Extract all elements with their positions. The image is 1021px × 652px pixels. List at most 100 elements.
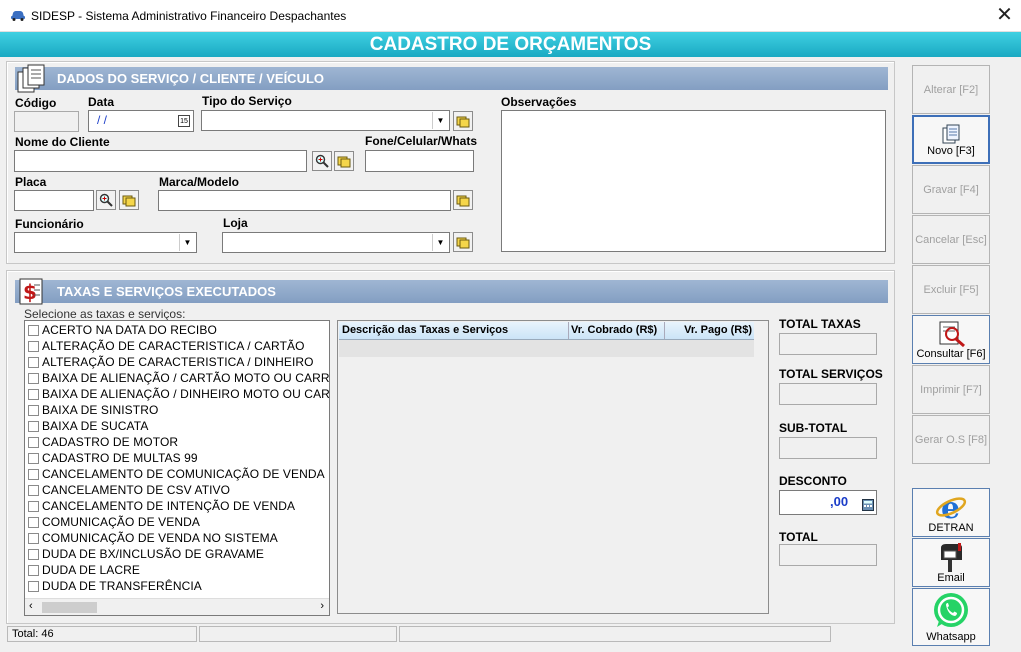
detran-button[interactable]: e DETRAN — [912, 488, 990, 537]
total-servicos-field[interactable] — [779, 383, 877, 405]
gravar-button[interactable]: Gravar [F4] — [912, 165, 990, 214]
checkbox[interactable] — [28, 324, 39, 336]
services-grid[interactable]: Descrição das Taxas e Serviços Vr. Cobra… — [337, 320, 769, 614]
funcionario-label: Funcionário — [15, 217, 84, 231]
checkbox[interactable] — [28, 388, 39, 400]
tax-list-item[interactable]: DUDA DE TRANSFERÊNCIA — [25, 578, 329, 594]
checkbox[interactable] — [28, 404, 39, 416]
checkbox[interactable] — [28, 356, 39, 368]
close-window-button[interactable]: ✕ — [988, 2, 1021, 30]
tax-list-item[interactable]: BAIXA DE SINISTRO — [25, 402, 329, 418]
tax-list-item[interactable]: CANCELAMENTO DE COMUNICAÇÃO DE VENDA — [25, 466, 329, 482]
grid-col-cobrado[interactable]: Vr. Cobrado (R$) — [569, 322, 665, 339]
gerar-os-button[interactable]: Gerar O.S [F8] — [912, 415, 990, 464]
checkbox[interactable] — [28, 436, 39, 448]
checkbox[interactable] — [28, 452, 39, 464]
taxes-checklist[interactable]: ACERTO NA DATA DO RECIBO ALTERAÇÃO DE CAR… — [24, 320, 330, 616]
tax-list-item[interactable]: DUDA DE LACRE — [25, 562, 329, 578]
tax-list-item[interactable]: CADASTRO DE MULTAS 99 — [25, 450, 329, 466]
scroll-left-icon[interactable]: ‹ — [29, 600, 33, 612]
tax-list-item[interactable]: COMUNICAÇÃO DE VENDA — [25, 514, 329, 530]
search-placa-button[interactable] — [96, 190, 116, 210]
scrollbar-thumb[interactable] — [42, 602, 97, 613]
fone-field[interactable] — [365, 150, 474, 172]
tipo-servico-lookup-button[interactable] — [453, 111, 473, 131]
car-icon — [11, 11, 25, 21]
tax-item-label: ACERTO NA DATA DO RECIBO — [42, 323, 217, 337]
magnifier-icon — [99, 193, 113, 207]
tax-item-label: DUDA DE BX/INCLUSÃO DE GRAVAME — [42, 547, 264, 561]
tax-list-item[interactable]: CANCELAMENTO DE CSV ATIVO — [25, 482, 329, 498]
funcionario-select[interactable]: ▼ — [14, 232, 197, 253]
tax-list-item[interactable]: ALTERAÇÃO DE CARACTERISTICA / CARTÃO — [25, 338, 329, 354]
tax-list-item[interactable]: ACERTO NA DATA DO RECIBO — [25, 322, 329, 338]
loja-lookup-button[interactable] — [453, 232, 473, 252]
checkbox[interactable] — [28, 500, 39, 512]
cancelar-button[interactable]: Cancelar [Esc] — [912, 215, 990, 264]
observacoes-label: Observações — [501, 95, 577, 109]
tax-list-item[interactable]: BAIXA DE ALIENAÇÃO / DINHEIRO MOTO OU CA… — [25, 386, 329, 402]
section-header-customer: DADOS DO SERVIÇO / CLIENTE / VEÍCULO — [15, 67, 888, 90]
email-button[interactable]: Email — [912, 538, 990, 587]
desconto-label: DESCONTO — [779, 474, 847, 488]
checkbox[interactable] — [28, 580, 39, 592]
imprimir-label: Imprimir [F7] — [920, 383, 982, 396]
nome-cliente-field[interactable] — [14, 150, 307, 172]
window-title: SIDESP - Sistema Administrativo Financei… — [31, 9, 347, 23]
marca-modelo-field[interactable] — [158, 190, 451, 211]
fone-label: Fone/Celular/Whats — [365, 134, 478, 148]
codigo-field[interactable] — [14, 111, 79, 132]
marca-modelo-lookup-button[interactable] — [453, 190, 473, 210]
subtotal-field[interactable] — [779, 437, 877, 459]
tax-list-item[interactable]: BAIXA DE ALIENAÇÃO / CARTÃO MOTO OU CARR — [25, 370, 329, 386]
novo-label: Novo [F3] — [927, 144, 975, 157]
data-value: / / — [97, 113, 108, 127]
cliente-lookup-button[interactable] — [334, 151, 354, 171]
tax-list-item[interactable]: ALTERAÇÃO DE CARACTERISTICA / DINHEIRO — [25, 354, 329, 370]
loja-select[interactable]: ▼ — [222, 232, 450, 253]
consultar-button[interactable]: Consultar [F6] — [912, 315, 990, 364]
scroll-right-icon[interactable]: › — [320, 600, 324, 612]
codigo-label: Código — [15, 96, 57, 110]
tax-list-item[interactable]: CANCELAMENTO DE INTENÇÃO DE VENDA — [25, 498, 329, 514]
excluir-button[interactable]: Excluir [F5] — [912, 265, 990, 314]
checkbox[interactable] — [28, 484, 39, 496]
observacoes-textarea[interactable] — [501, 110, 886, 252]
total-taxas-field[interactable] — [779, 333, 877, 355]
tax-list-item[interactable]: BAIXA DE SUCATA — [25, 418, 329, 434]
grid-header-row: Descrição das Taxas e Serviços Vr. Cobra… — [339, 322, 754, 340]
checkbox[interactable] — [28, 516, 39, 528]
horizontal-scrollbar[interactable]: ‹ › — [25, 598, 329, 615]
desconto-field[interactable]: ,00 — [779, 490, 877, 515]
checkbox[interactable] — [28, 372, 39, 384]
whatsapp-button[interactable]: Whatsapp — [912, 588, 990, 646]
data-field[interactable]: / / 15 — [88, 110, 194, 132]
tax-list-item[interactable]: COMUNICAÇÃO DE VENDA NO SISTEMA — [25, 530, 329, 546]
calculator-icon[interactable] — [862, 499, 874, 511]
search-cliente-button[interactable] — [312, 151, 332, 171]
tipo-servico-select[interactable]: ▼ — [201, 110, 450, 131]
calendar-icon[interactable]: 15 — [178, 115, 190, 127]
tax-list-item[interactable]: DUDA DE BX/INCLUSÃO DE GRAVAME — [25, 546, 329, 562]
checkbox[interactable] — [28, 420, 39, 432]
checkbox[interactable] — [28, 532, 39, 544]
grid-col-pago[interactable]: Vr. Pago (R$) — [666, 322, 754, 339]
grid-col-descricao[interactable]: Descrição das Taxas e Serviços — [341, 322, 569, 339]
checkbox[interactable] — [28, 548, 39, 560]
desconto-value: ,00 — [830, 494, 849, 509]
chevron-down-icon: ▼ — [432, 234, 448, 251]
total-field[interactable] — [779, 544, 877, 566]
tax-list-item[interactable]: CADASTRO DE MOTOR — [25, 434, 329, 450]
close-icon: ✕ — [996, 4, 1013, 26]
imprimir-button[interactable]: Imprimir [F7] — [912, 365, 990, 414]
money-document-icon: $ — [19, 278, 43, 305]
novo-button[interactable]: Novo [F3] — [912, 115, 990, 164]
nome-cliente-label: Nome do Cliente — [15, 135, 110, 149]
placa-lookup-button[interactable] — [119, 190, 139, 210]
alterar-button[interactable]: Alterar [F2] — [912, 65, 990, 114]
placa-field[interactable] — [14, 190, 94, 211]
checkbox[interactable] — [28, 564, 39, 576]
search-document-icon — [939, 321, 965, 347]
checkbox[interactable] — [28, 340, 39, 352]
checkbox[interactable] — [28, 468, 39, 480]
